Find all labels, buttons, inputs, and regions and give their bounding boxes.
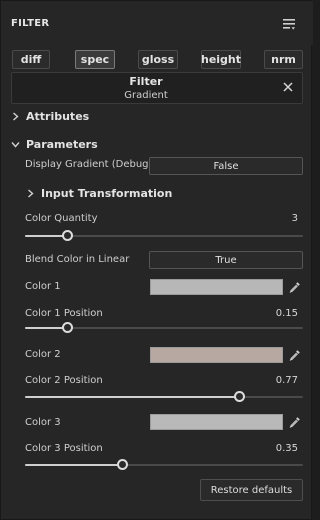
slider-fill (25, 235, 67, 237)
color-3-label: Color 3 (25, 417, 61, 428)
chevron-down-icon (11, 142, 20, 148)
color-3-position-value: 0.35 (275, 443, 298, 454)
slider-fill (25, 464, 122, 466)
channel-tab-height[interactable]: height (201, 50, 241, 69)
section-attributes[interactable]: Attributes (1, 108, 313, 126)
eyedropper-icon[interactable] (289, 349, 301, 361)
color-quantity-slider[interactable] (25, 230, 303, 242)
section-input-transformation[interactable]: Input Transformation (1, 185, 313, 203)
display-gradient-toggle[interactable]: False (149, 157, 303, 175)
slider-thumb[interactable] (62, 322, 73, 333)
color-3-position-slider[interactable] (25, 459, 303, 471)
color-2-position-label: Color 2 Position (25, 375, 103, 386)
filter-title: Filter (129, 75, 163, 88)
filter-selector[interactable]: Filter Gradient (11, 72, 303, 104)
color-2-position-slider[interactable] (25, 391, 303, 403)
section-attributes-label: Attributes (26, 110, 90, 123)
blend-linear-label: Blend Color in Linear (25, 254, 130, 265)
hamburger-dropdown-icon[interactable] (282, 17, 296, 31)
channel-tab-diff[interactable]: diff (12, 50, 50, 69)
channel-tab-spec[interactable]: spec (75, 50, 115, 69)
eyedropper-icon[interactable] (289, 281, 301, 293)
color-2-position-value: 0.77 (275, 375, 298, 386)
section-input-transformation-label: Input Transformation (41, 187, 173, 200)
color-2-swatch[interactable] (150, 347, 283, 363)
channel-tab-gloss[interactable]: gloss (138, 50, 178, 69)
color-1-position-label: Color 1 Position (25, 308, 103, 319)
slider-fill (25, 327, 67, 329)
eyedropper-icon[interactable] (289, 416, 301, 428)
close-icon[interactable] (282, 81, 294, 93)
color-quantity-label: Color Quantity (25, 213, 98, 224)
color-quantity-value: 3 (291, 213, 298, 224)
chevron-right-icon (28, 189, 34, 198)
color-3-position-label: Color 3 Position (25, 443, 103, 454)
blend-linear-toggle[interactable]: True (149, 251, 303, 269)
section-parameters[interactable]: Parameters (1, 136, 313, 154)
slider-thumb[interactable] (62, 230, 73, 241)
color-2-label: Color 2 (25, 349, 61, 360)
color-1-position-slider[interactable] (25, 322, 303, 334)
color-1-swatch[interactable] (150, 279, 283, 295)
restore-defaults-button[interactable]: Restore defaults (200, 479, 303, 501)
panel-header: FILTER (1, 1, 313, 45)
panel-title: FILTER (11, 18, 50, 29)
channel-tab-nrm[interactable]: nrm (264, 50, 303, 69)
filter-panel: FILTER diff spec gloss height nrm Filter… (0, 0, 313, 520)
color-1-position-value: 0.15 (275, 308, 298, 319)
chevron-right-icon (13, 112, 19, 121)
channel-tabs: diff spec gloss height nrm (1, 50, 313, 70)
slider-thumb[interactable] (117, 459, 128, 470)
display-gradient-label: Display Gradient (Debug) (25, 159, 153, 170)
color-1-label: Color 1 (25, 281, 61, 292)
color-3-swatch[interactable] (150, 414, 283, 430)
filter-name: Gradient (124, 90, 168, 101)
section-parameters-label: Parameters (26, 138, 98, 151)
slider-fill (25, 396, 239, 398)
slider-thumb[interactable] (234, 391, 245, 402)
